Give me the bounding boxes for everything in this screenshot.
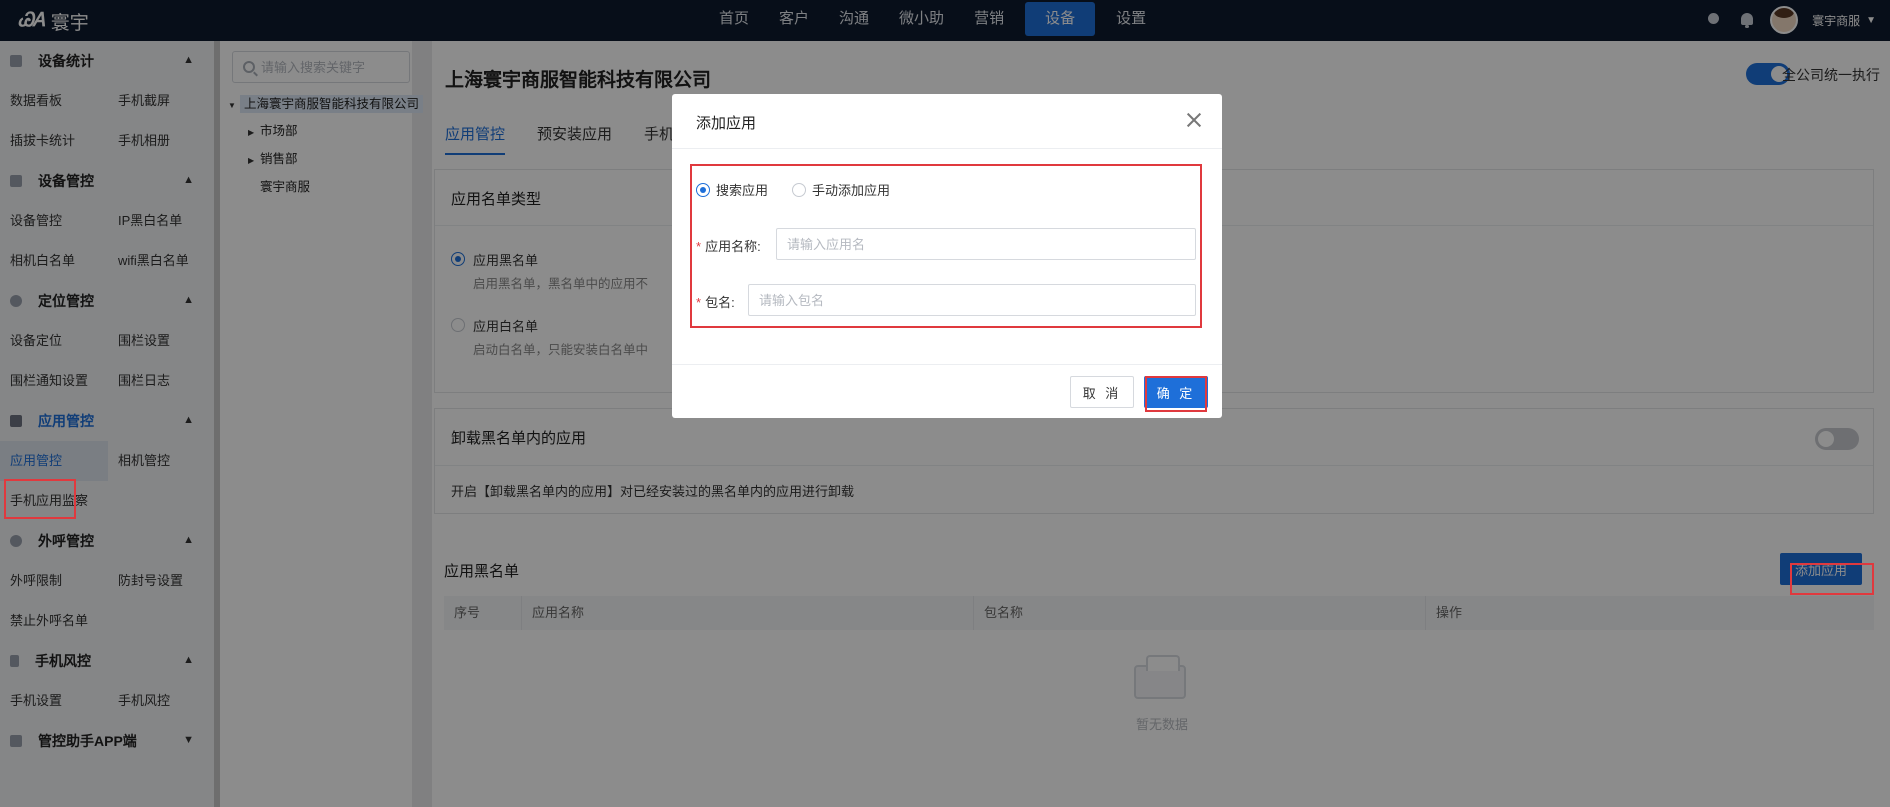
add-app-dialog: 添加应用 搜索应用 手动添加应用 *应用名称: *包名: 取 消 确 定 (672, 94, 1222, 418)
radio-label: 手动添加应用 (812, 183, 891, 198)
divider (672, 364, 1222, 365)
package-input[interactable] (748, 284, 1196, 316)
radio-dot[interactable] (696, 182, 710, 197)
required-mark: * (696, 295, 702, 310)
highlight-box (1790, 563, 1874, 595)
cancel-button[interactable]: 取 消 (1070, 376, 1134, 408)
app-name-label: * 应用名称: (696, 236, 761, 255)
dialog-title: 添加应用 (696, 115, 757, 132)
label-text: 应用名称: (705, 239, 761, 254)
highlight-box (4, 479, 76, 519)
divider (672, 148, 1222, 149)
app-name-input[interactable] (776, 228, 1196, 260)
package-label: * 包名: (696, 292, 735, 311)
highlight-box (1145, 376, 1207, 412)
label-text: 包名: (705, 295, 735, 310)
required-mark: * (696, 239, 702, 254)
radio-search-app[interactable]: 搜索应用 (696, 180, 768, 199)
radio-label: 搜索应用 (716, 183, 769, 198)
radio-dot[interactable] (792, 182, 806, 197)
radio-manual-app[interactable]: 手动添加应用 (792, 180, 890, 199)
close-icon[interactable] (1184, 110, 1204, 130)
